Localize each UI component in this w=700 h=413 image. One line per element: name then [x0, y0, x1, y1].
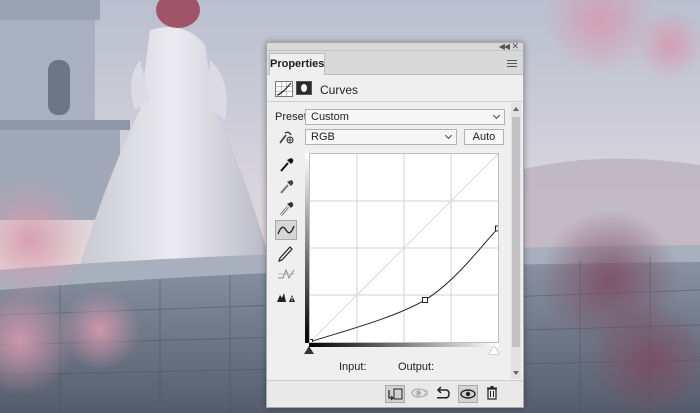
scroll-thumb[interactable] — [512, 117, 520, 347]
panel-footer — [267, 380, 523, 407]
gray-point-eyedropper-icon[interactable] — [275, 176, 297, 196]
curve-control-point-2[interactable] — [495, 225, 501, 232]
adjustment-title: Curves — [320, 83, 359, 97]
scroll-up-icon[interactable] — [513, 107, 519, 111]
collapse-icon[interactable]: ◀◀ — [499, 42, 510, 51]
input-gradient-bar — [309, 343, 499, 347]
panel-tab-row: Properties — [267, 51, 523, 75]
chevron-down-icon — [444, 131, 453, 140]
preset-value: Custom — [311, 111, 349, 123]
adjustment-header: Curves — [267, 76, 523, 102]
curve-control-point-0[interactable] — [307, 339, 313, 345]
curve-points-icon[interactable] — [275, 220, 297, 240]
input-label: Input: — [339, 361, 367, 373]
curves-adjustment-icon[interactable] — [275, 81, 293, 97]
pencil-draw-icon[interactable] — [275, 242, 297, 262]
clip-to-layer-icon[interactable] — [385, 385, 405, 403]
layer-mask-icon[interactable] — [296, 81, 312, 95]
clipping-warning-icon[interactable] — [275, 286, 297, 306]
auto-button[interactable]: Auto — [464, 129, 504, 145]
curve-canvas[interactable] — [307, 153, 501, 345]
curve-graph[interactable] — [307, 153, 501, 345]
chevron-down-icon — [492, 111, 501, 120]
channel-value: RGB — [311, 131, 335, 143]
scroll-down-icon[interactable] — [513, 371, 519, 375]
preset-dropdown[interactable]: Custom — [305, 109, 505, 125]
curve-control-point-1[interactable] — [422, 296, 429, 303]
tab-properties[interactable]: Properties — [269, 53, 325, 75]
white-point-eyedropper-icon[interactable] — [275, 198, 297, 218]
delete-icon[interactable] — [483, 385, 503, 403]
channel-dropdown[interactable]: RGB — [305, 129, 457, 145]
view-previous-state-icon[interactable] — [410, 385, 430, 403]
reset-icon[interactable] — [434, 385, 454, 403]
on-image-adjust-icon[interactable] — [275, 128, 297, 148]
toggle-visibility-icon[interactable] — [458, 385, 478, 403]
black-point-slider[interactable] — [304, 346, 314, 354]
smooth-curve-icon[interactable] — [275, 264, 297, 284]
properties-panel: ◀◀ ✕ Properties Curves Preset: Custom RG… — [266, 41, 524, 408]
output-label: Output: — [398, 361, 435, 373]
panel-menu-icon[interactable] — [507, 60, 517, 67]
black-point-eyedropper-icon[interactable] — [275, 154, 297, 174]
white-point-slider[interactable] — [489, 346, 499, 354]
panel-top-bar: ◀◀ ✕ — [267, 41, 523, 51]
panel-scrollbar[interactable] — [511, 103, 521, 379]
